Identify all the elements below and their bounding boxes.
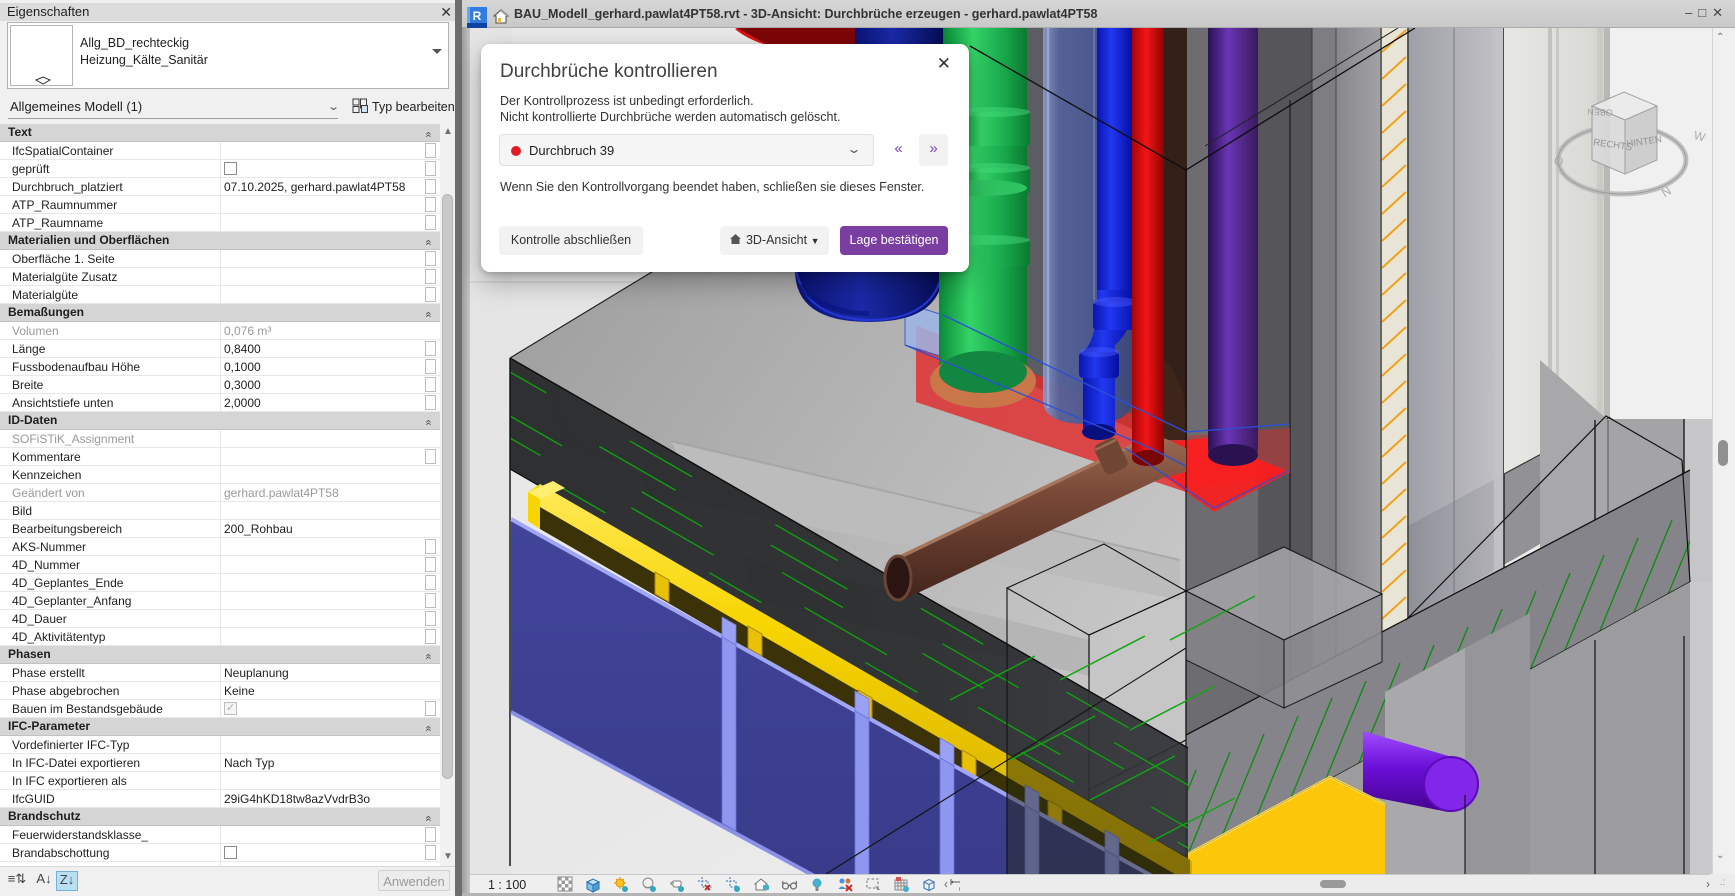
- svg-text:R: R: [473, 9, 482, 23]
- svg-text:OBEN: OBEN: [1587, 107, 1613, 118]
